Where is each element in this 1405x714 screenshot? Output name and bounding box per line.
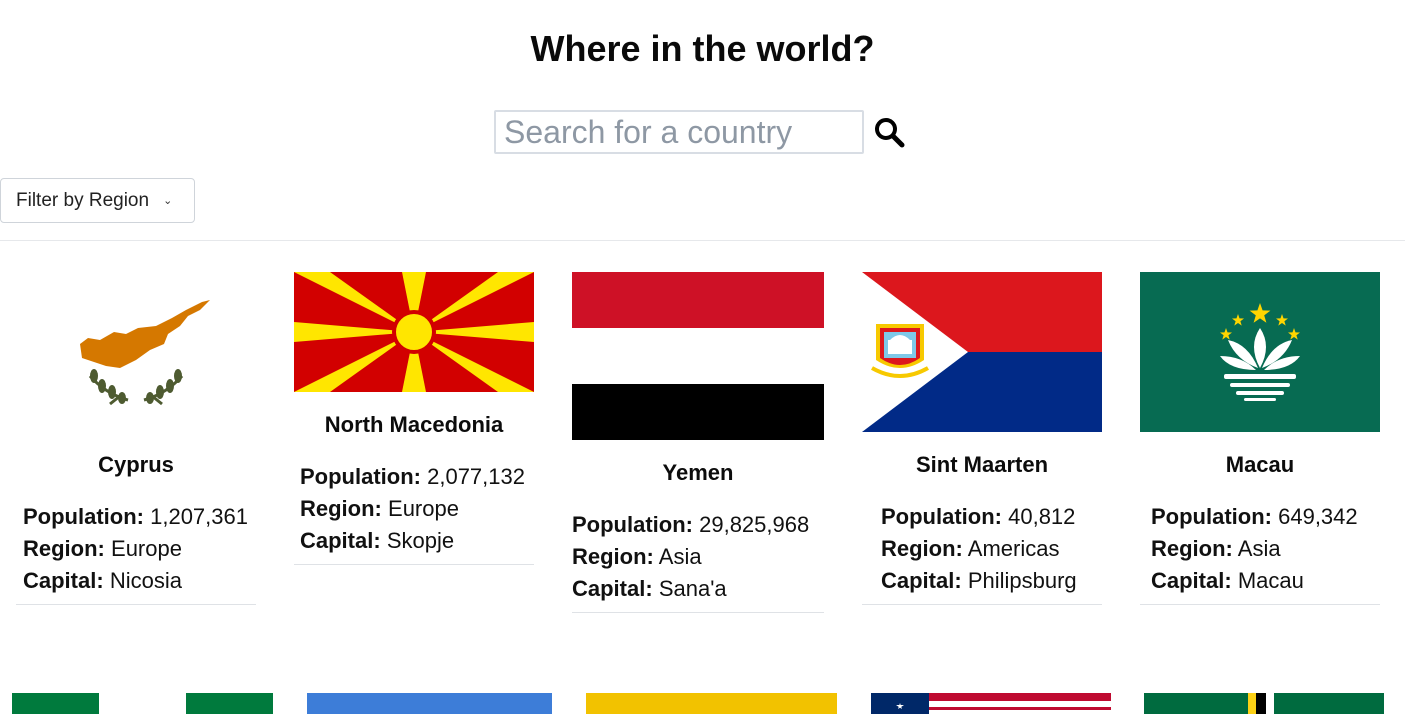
- chevron-down-icon: ⌄: [163, 195, 173, 207]
- capital-line: Capital: Macau: [1151, 568, 1304, 593]
- country-info: Population: 2,077,132 Region: Europe Cap…: [300, 461, 525, 557]
- card-divider: [862, 604, 1102, 605]
- search-button[interactable]: [872, 115, 906, 149]
- flag-partial-liberia: [871, 693, 1111, 714]
- population-line: Population: 1,207,361: [23, 504, 248, 529]
- region-line: Region: Americas: [881, 536, 1060, 561]
- country-name: Macau: [1225, 452, 1295, 477]
- flag-partial-green-white-green: [12, 693, 273, 714]
- country-card-macau[interactable]: Macau Population: 649,342 Region: Asia C…: [1140, 272, 1380, 607]
- header-divider: [0, 240, 1405, 241]
- country-card-cyprus[interactable]: Cyprus Population: 1,207,361 Region: Eur…: [16, 272, 256, 607]
- region-line: Region: Asia: [1151, 536, 1281, 561]
- country-card-row2-3-flag[interactable]: [586, 693, 837, 714]
- region-line: Region: Europe: [300, 496, 459, 521]
- country-info: Population: 649,342 Region: Asia Capital…: [1151, 501, 1358, 597]
- population-line: Population: 649,342: [1151, 504, 1358, 529]
- population-line: Population: 29,825,968: [572, 512, 810, 537]
- country-info: Population: 1,207,361 Region: Europe Cap…: [23, 501, 248, 597]
- country-name: North Macedonia: [324, 412, 504, 437]
- country-name: Yemen: [662, 460, 734, 485]
- population-line: Population: 40,812: [881, 504, 1076, 529]
- country-info: Population: 40,812 Region: Americas Capi…: [881, 501, 1077, 597]
- sint-maarten-flag: [862, 272, 1102, 432]
- country-card-yemen[interactable]: Yemen Population: 29,825,968 Region: Asi…: [572, 272, 824, 615]
- population-line: Population: 2,077,132: [300, 464, 525, 489]
- country-card-row2-1-flag[interactable]: [12, 693, 273, 714]
- capital-line: Capital: Sana'a: [572, 576, 727, 601]
- filter-label: Filter by Region: [16, 189, 150, 211]
- cyprus-flag: [16, 272, 256, 432]
- country-card-sint-maarten[interactable]: Sint Maarten Population: 40,812 Region: …: [862, 272, 1102, 607]
- country-name: Sint Maarten: [915, 452, 1049, 477]
- country-card-row2-2-flag[interactable]: [307, 693, 552, 714]
- page-title: Where in the world?: [530, 28, 875, 69]
- country-name: Cyprus: [98, 452, 174, 477]
- search-input[interactable]: [494, 110, 864, 154]
- card-divider: [294, 564, 534, 565]
- country-card-row2-5-flag[interactable]: [1144, 693, 1384, 714]
- region-line: Region: Europe: [23, 536, 182, 561]
- card-divider: [16, 604, 256, 605]
- yemen-flag: [572, 272, 824, 440]
- region-filter-dropdown[interactable]: Filter by Region ⌄: [0, 178, 195, 223]
- magnifier-icon: [875, 118, 905, 148]
- capital-line: Capital: Nicosia: [23, 568, 182, 593]
- flag-partial-green-yellow-black: [1144, 693, 1384, 714]
- country-info: Population: 29,825,968 Region: Asia Capi…: [572, 509, 809, 605]
- north-macedonia-flag: [294, 272, 534, 392]
- capital-line: Capital: Philipsburg: [881, 568, 1077, 593]
- country-card-row2-4-flag[interactable]: [871, 693, 1111, 714]
- macau-flag: [1140, 272, 1380, 432]
- search-bar: [494, 110, 906, 154]
- capital-line: Capital: Skopje: [300, 528, 455, 553]
- card-divider: [1140, 604, 1380, 605]
- card-divider: [572, 612, 824, 613]
- country-card-north-macedonia[interactable]: North Macedonia Population: 2,077,132 Re…: [294, 272, 534, 567]
- region-line: Region: Asia: [572, 544, 702, 569]
